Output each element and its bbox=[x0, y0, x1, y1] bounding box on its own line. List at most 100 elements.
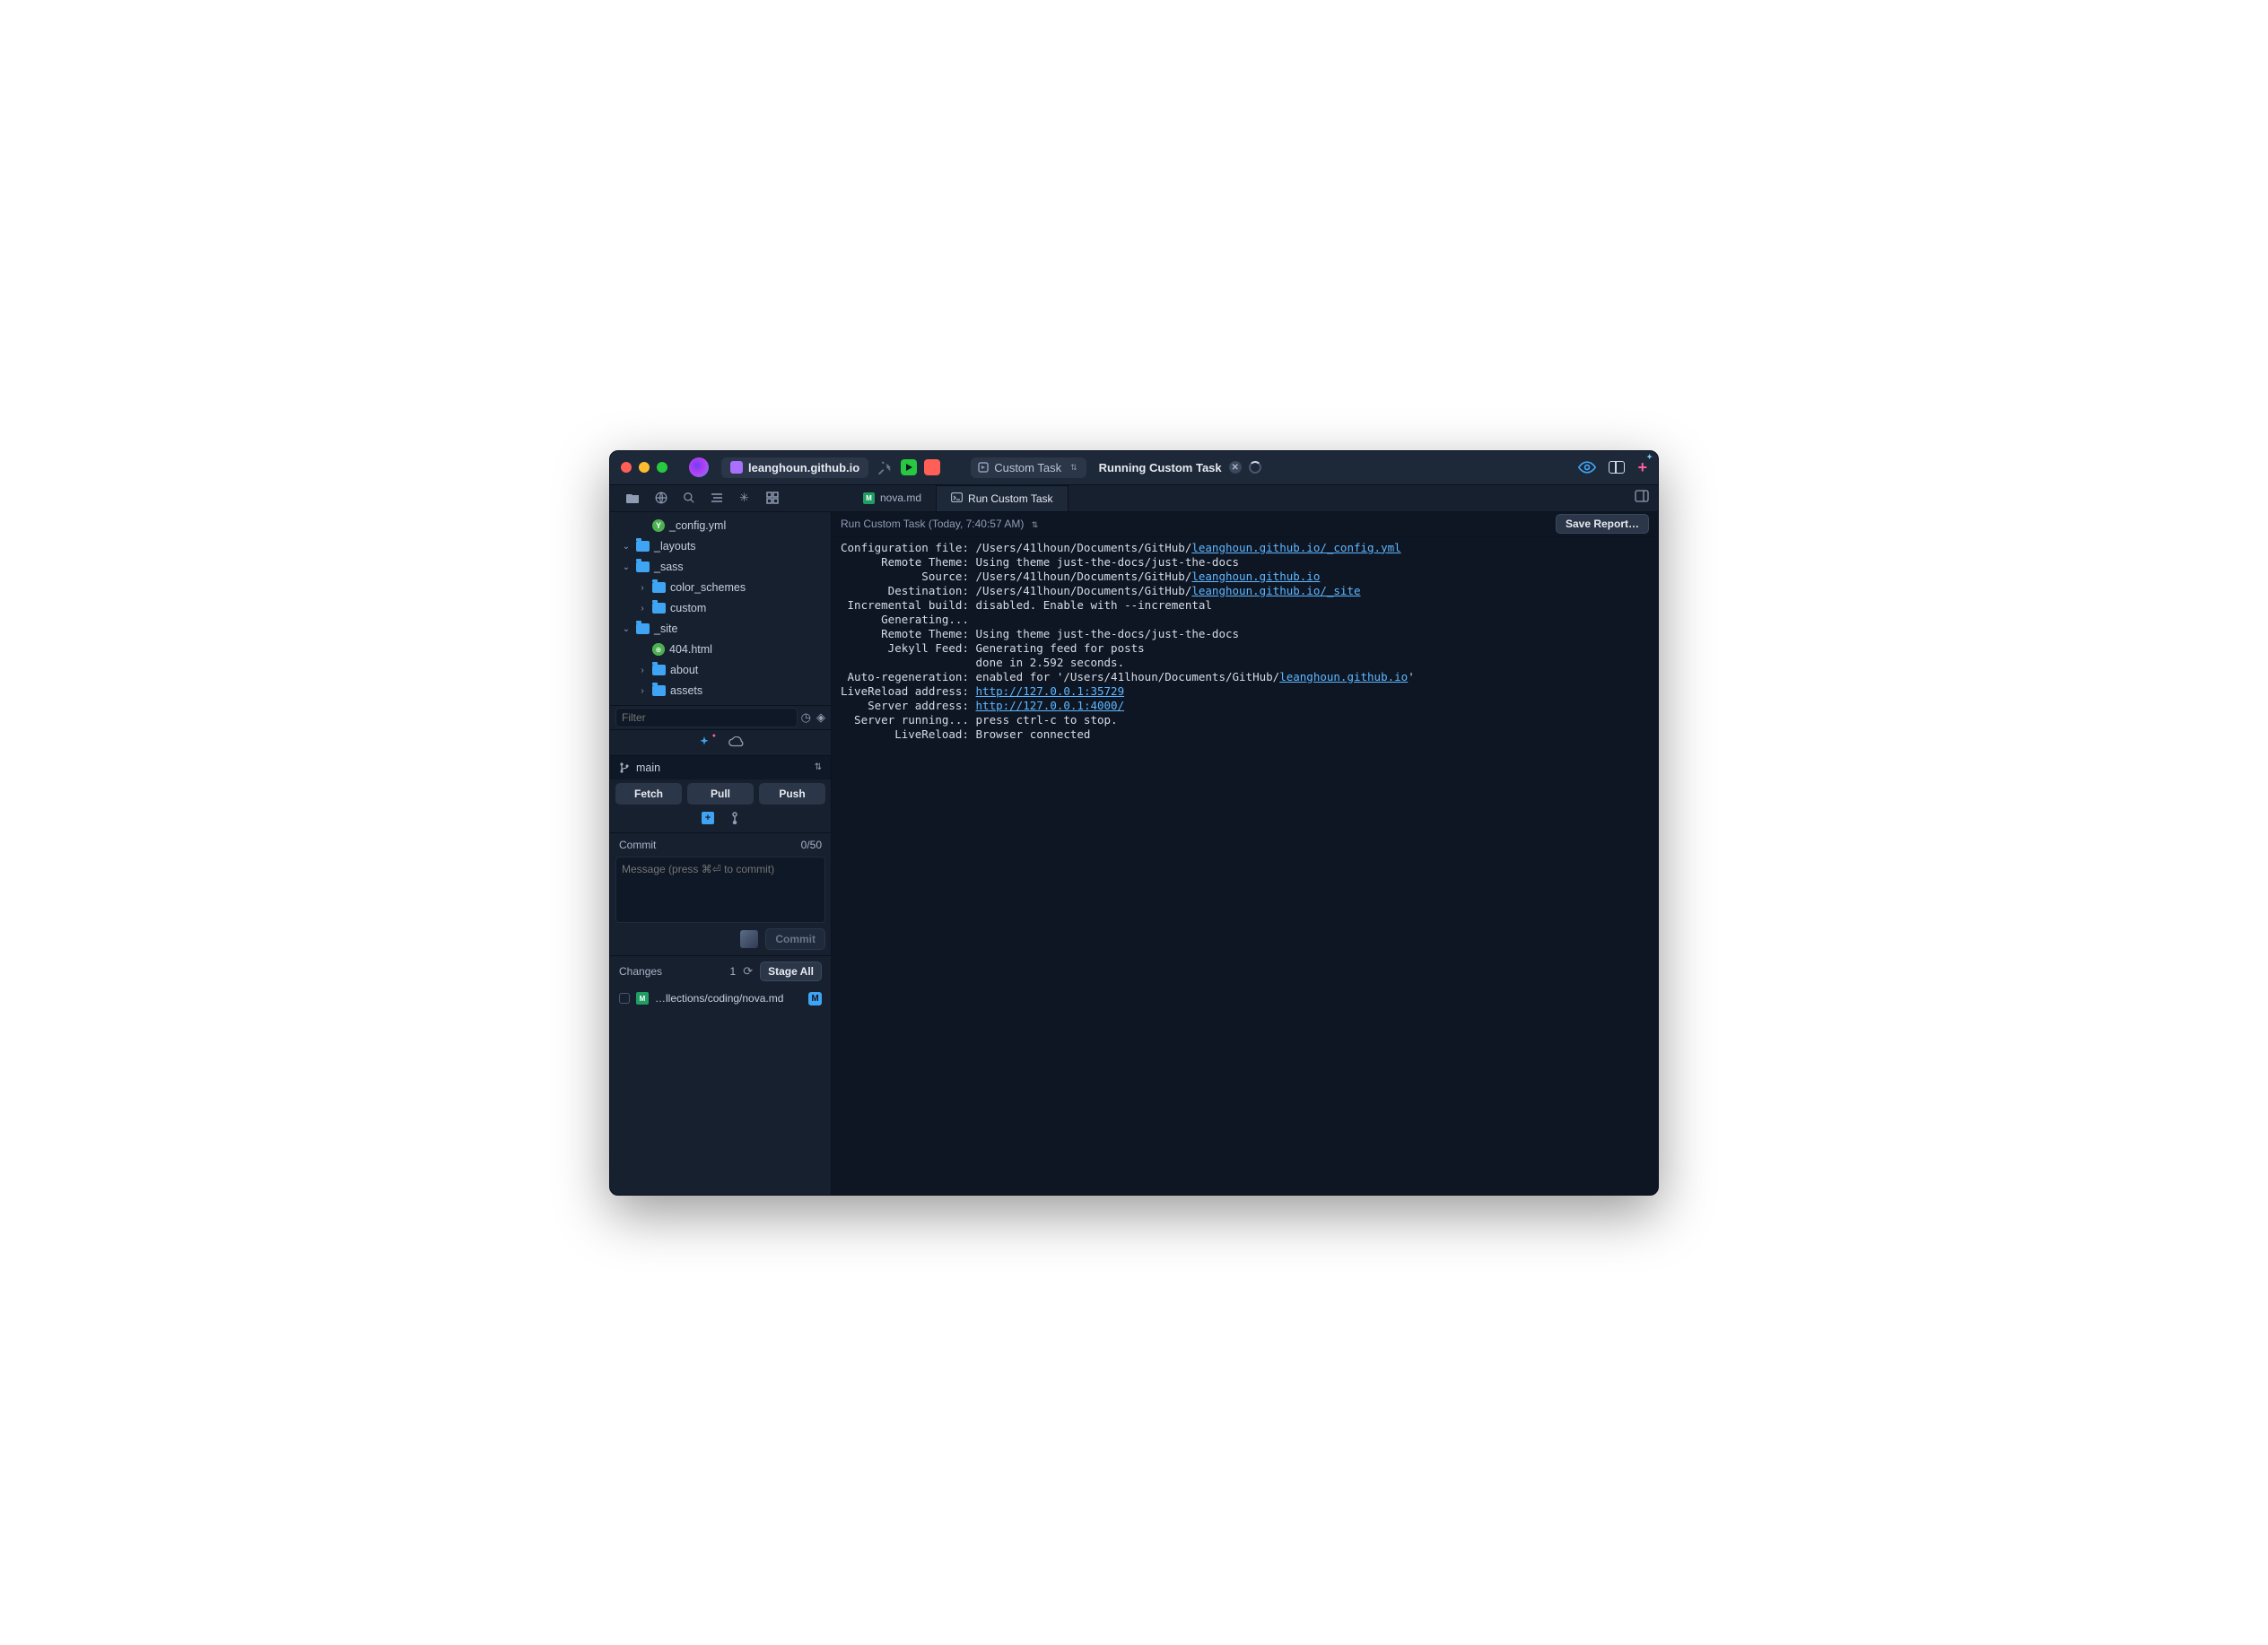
terminal-line: Server running... press ctrl-c to stop. bbox=[841, 713, 1649, 727]
folder-icon bbox=[652, 685, 666, 696]
tree-item[interactable]: ⊕404.html bbox=[610, 640, 827, 660]
terminal-link[interactable]: http://127.0.0.1:4000/ bbox=[976, 699, 1125, 712]
history-icon[interactable]: ◷ bbox=[801, 710, 811, 725]
close-task-button[interactable]: ✕ bbox=[1229, 461, 1242, 474]
cloud-view-icon[interactable] bbox=[728, 735, 743, 750]
chevron-icon[interactable]: › bbox=[637, 604, 648, 614]
terminal-link[interactable]: leanghoun.github.io bbox=[1191, 570, 1320, 583]
secondary-toolbar: ✳ nova.md Run Custom Task bbox=[610, 485, 1658, 512]
stage-mode-icon[interactable]: + bbox=[702, 812, 714, 824]
commit-button[interactable]: Commit bbox=[765, 928, 825, 950]
filter-input[interactable] bbox=[615, 708, 798, 727]
author-avatar[interactable] bbox=[740, 930, 758, 948]
sidebar: Y_config.yml⌄_layouts⌄_sass›color_scheme… bbox=[610, 512, 832, 1195]
toggle-sidebar-icon[interactable] bbox=[1609, 461, 1625, 474]
chevron-icon[interactable]: ⌄ bbox=[621, 542, 632, 552]
editor-tab-0[interactable]: nova.md bbox=[849, 485, 937, 511]
chevron-icon[interactable]: › bbox=[637, 583, 648, 593]
pull-button[interactable]: Pull bbox=[687, 783, 754, 805]
close-window-button[interactable] bbox=[621, 462, 632, 473]
tree-item[interactable]: ›custom bbox=[610, 598, 827, 619]
search-view-icon[interactable] bbox=[682, 492, 695, 505]
tree-item-label: _sass bbox=[654, 561, 684, 573]
changed-file-row[interactable]: …llections/coding/nova.md M bbox=[610, 987, 831, 1011]
branch-icon bbox=[619, 762, 630, 774]
terminal-line: Destination: /Users/41lhoun/Documents/Gi… bbox=[841, 584, 1649, 598]
tree-item[interactable]: ›color_schemes bbox=[610, 578, 827, 598]
task-selector[interactable]: Custom Task ⇅ bbox=[971, 457, 1086, 478]
chevron-icon[interactable]: ⌄ bbox=[621, 624, 632, 634]
branch-arrows-icon: ⇅ bbox=[815, 762, 822, 772]
terminal-line: Remote Theme: Using theme just-the-docs/… bbox=[841, 627, 1649, 641]
grid-view-icon[interactable] bbox=[765, 492, 779, 505]
git-action-buttons: Fetch Pull Push bbox=[610, 779, 831, 808]
commit-message-input[interactable] bbox=[616, 857, 824, 922]
changes-count: 1 bbox=[730, 965, 737, 978]
folder-icon bbox=[636, 541, 650, 552]
spinner-icon bbox=[1249, 461, 1261, 474]
fetch-button[interactable]: Fetch bbox=[615, 783, 682, 805]
breadcrumb-text: Run Custom Task (Today, 7:40:57 AM) bbox=[841, 518, 1024, 530]
stop-button[interactable] bbox=[924, 459, 940, 475]
changed-file-path: …llections/coding/nova.md bbox=[655, 992, 783, 1005]
terminal-link[interactable]: leanghoun.github.io bbox=[1279, 670, 1408, 683]
terminal-line: Source: /Users/41lhoun/Documents/GitHub/… bbox=[841, 570, 1649, 584]
editor-tab-1[interactable]: Run Custom Task bbox=[937, 485, 1068, 511]
commit-message-box bbox=[615, 857, 825, 923]
tree-item[interactable]: › about bbox=[610, 660, 827, 681]
editor-tab-label: Run Custom Task bbox=[968, 492, 1052, 505]
html-file-icon: ⊕ bbox=[652, 643, 665, 656]
changes-view-icon[interactable] bbox=[698, 735, 712, 750]
sidebar-view-switcher: ✳ bbox=[610, 492, 795, 505]
stage-all-button[interactable]: Stage All bbox=[760, 962, 822, 981]
app-window: leanghoun.github.io Custom Task ⇅ Runnin… bbox=[609, 450, 1659, 1196]
tree-item[interactable]: ⌄_layouts bbox=[610, 536, 827, 557]
tree-item-label: about bbox=[670, 664, 698, 676]
markdown-file-icon bbox=[863, 492, 875, 504]
commit-actions: Commit bbox=[610, 923, 831, 955]
terminal-line: Remote Theme: Using theme just-the-docs/… bbox=[841, 555, 1649, 570]
stash-mode-icon[interactable] bbox=[730, 812, 739, 827]
clips-view-icon[interactable]: ✳ bbox=[737, 492, 751, 505]
preview-icon[interactable] bbox=[1578, 458, 1596, 476]
split-editor-icon[interactable] bbox=[1626, 490, 1658, 507]
refresh-changes-icon[interactable]: ⟳ bbox=[743, 964, 753, 979]
titlebar: leanghoun.github.io Custom Task ⇅ Runnin… bbox=[610, 451, 1658, 485]
branch-selector[interactable]: main ⇅ bbox=[610, 756, 831, 779]
tree-item[interactable]: ⌄ _sass bbox=[610, 557, 827, 578]
scope-icon[interactable]: ◈ bbox=[816, 710, 825, 725]
run-button[interactable] bbox=[901, 459, 917, 475]
stage-checkbox[interactable] bbox=[619, 993, 630, 1004]
symbols-view-icon[interactable] bbox=[710, 492, 723, 505]
chevron-icon[interactable]: › bbox=[637, 686, 648, 696]
minimize-window-button[interactable] bbox=[639, 462, 650, 473]
fullscreen-window-button[interactable] bbox=[657, 462, 667, 473]
project-icon bbox=[730, 461, 743, 474]
build-settings-icon[interactable] bbox=[876, 458, 894, 476]
chevron-icon[interactable]: › bbox=[637, 666, 648, 675]
push-button[interactable]: Push bbox=[759, 783, 825, 805]
terminal-link[interactable]: leanghoun.github.io/_site bbox=[1191, 584, 1360, 597]
tree-item-label: _site bbox=[654, 622, 677, 635]
terminal-output[interactable]: Configuration file: /Users/41lhoun/Docum… bbox=[832, 537, 1658, 1195]
files-view-icon[interactable] bbox=[626, 492, 640, 505]
tree-item[interactable]: ⌄ _site bbox=[610, 619, 827, 640]
folder-icon bbox=[652, 582, 666, 593]
running-task-indicator: Running Custom Task ✕ bbox=[1094, 461, 1267, 474]
project-name: leanghoun.github.io bbox=[748, 461, 859, 474]
remote-view-icon[interactable] bbox=[654, 492, 667, 505]
running-task-label: Running Custom Task bbox=[1099, 461, 1222, 474]
tree-item[interactable]: ›assets bbox=[610, 681, 827, 701]
chevron-icon[interactable]: ⌄ bbox=[621, 562, 632, 572]
breadcrumb-arrows-icon[interactable]: ⇅ bbox=[1032, 520, 1039, 529]
terminal-line: Incremental build: disabled. Enable with… bbox=[841, 598, 1649, 613]
new-tab-icon[interactable]: + bbox=[1637, 458, 1647, 477]
terminal-link[interactable]: http://127.0.0.1:35729 bbox=[976, 684, 1125, 698]
svg-text:⊕: ⊕ bbox=[656, 646, 662, 654]
tree-item[interactable]: Y_config.yml bbox=[610, 516, 827, 536]
save-report-button[interactable]: Save Report… bbox=[1556, 514, 1649, 534]
terminal-link[interactable]: leanghoun.github.io/_config.yml bbox=[1191, 541, 1400, 554]
project-title-tab[interactable]: leanghoun.github.io bbox=[721, 457, 868, 478]
file-tree[interactable]: Y_config.yml⌄_layouts⌄_sass›color_scheme… bbox=[610, 512, 831, 705]
terminal-line: Configuration file: /Users/41lhoun/Docum… bbox=[841, 541, 1649, 555]
